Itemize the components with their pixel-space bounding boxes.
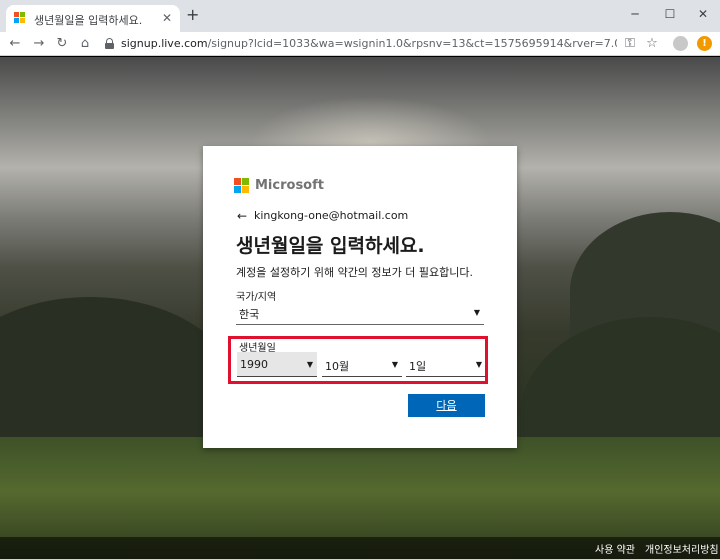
- country-label: 국가/지역: [236, 292, 277, 303]
- dropdown-arrow-icon: ▼: [473, 308, 480, 317]
- address-bar[interactable]: signup.live.com/signup?lcid=1033&wa=wsig…: [121, 37, 617, 51]
- birth-year-value: 1990: [240, 358, 268, 371]
- signup-card: Microsoft ← kingkong-one@hotmail.com 생년월…: [203, 146, 517, 448]
- profile-avatar[interactable]: [673, 36, 688, 51]
- home-icon[interactable]: ⌂: [76, 35, 94, 53]
- dropdown-arrow-icon: ▼: [306, 360, 313, 369]
- lock-icon[interactable]: [105, 38, 114, 49]
- terms-link[interactable]: 사용 약관: [595, 541, 635, 556]
- tab-title: 생년월일을 입력하세요.: [34, 14, 143, 27]
- page-footer: 사용 약관 개인정보처리방침: [0, 537, 720, 559]
- microsoft-logo-icon: [14, 12, 26, 24]
- dropdown-arrow-icon: ▼: [391, 360, 398, 369]
- browser-titlebar: 생년월일을 입력하세요. ✕ + ─ ☐ ✕: [0, 0, 720, 32]
- star-icon[interactable]: ☆: [643, 35, 661, 53]
- dropdown-arrow-icon: ▼: [475, 360, 482, 369]
- microsoft-logo-icon: [234, 178, 250, 194]
- birth-month-value: 10월: [325, 360, 350, 373]
- back-icon[interactable]: ←: [6, 35, 24, 53]
- close-window-button[interactable]: ✕: [688, 4, 718, 24]
- brand-name: Microsoft: [255, 178, 324, 193]
- birth-year-select[interactable]: 1990 ▼: [237, 352, 317, 377]
- birth-day-select[interactable]: 1일 ▼: [406, 352, 486, 377]
- birth-month-select[interactable]: 10월 ▼: [322, 352, 402, 377]
- browser-tab[interactable]: 생년월일을 입력하세요. ✕: [6, 5, 180, 32]
- update-alert-icon[interactable]: !: [697, 36, 712, 51]
- country-value: 한국: [239, 308, 260, 321]
- tab-close-icon[interactable]: ✕: [162, 11, 172, 25]
- back-arrow-icon[interactable]: ←: [237, 209, 247, 223]
- key-icon[interactable]: ⚿: [621, 35, 639, 53]
- url-host: signup.live.com: [121, 37, 208, 50]
- reload-icon[interactable]: ↻: [53, 35, 71, 53]
- page-title: 생년월일을 입력하세요.: [236, 235, 425, 257]
- next-button[interactable]: 다음: [408, 394, 485, 417]
- forward-icon[interactable]: →: [30, 35, 48, 53]
- url-path: /signup?lcid=1033&wa=wsignin1.0&rpsnv=13…: [207, 37, 617, 50]
- new-tab-button[interactable]: +: [186, 7, 199, 23]
- minimize-button[interactable]: ─: [620, 4, 650, 24]
- description-text: 계정을 설정하기 위해 약간의 정보가 더 필요합니다.: [236, 266, 473, 279]
- identity-email: kingkong-one@hotmail.com: [254, 209, 409, 222]
- birthdate-highlight-box: 생년월일 1990 ▼ 10월 ▼ 1일 ▼: [228, 336, 488, 384]
- browser-toolbar: ← → ↻ ⌂ signup.live.com/signup?lcid=1033…: [0, 32, 720, 56]
- privacy-link[interactable]: 개인정보처리방침: [645, 541, 719, 556]
- birth-day-value: 1일: [409, 360, 427, 373]
- country-select[interactable]: 한국 ▼: [236, 303, 484, 325]
- maximize-button[interactable]: ☐: [655, 4, 685, 24]
